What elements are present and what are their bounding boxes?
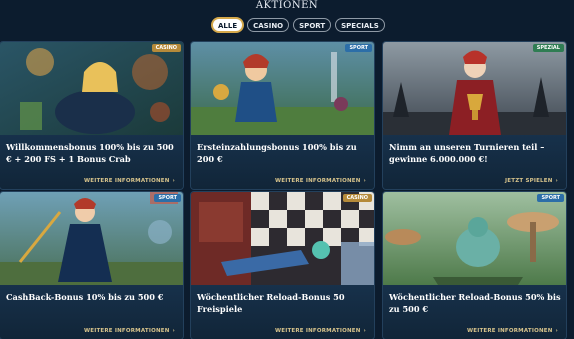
more-info-link[interactable]: WEITERE INFORMATIONEN › bbox=[275, 328, 366, 334]
promo-card-first-deposit[interactable]: SPORT Ersteinzahlungsbonus 100% bis zu 2… bbox=[191, 42, 374, 189]
promo-image-queen-sport bbox=[191, 42, 374, 135]
category-badge: CASINO bbox=[151, 44, 181, 52]
chevron-right-icon: › bbox=[555, 178, 558, 184]
more-info-link[interactable]: WEITERE INFORMATIONEN › bbox=[467, 328, 558, 334]
promo-card-cashback[interactable]: SPORT CashBack-Bonus 10% bis zu 500 € WE… bbox=[0, 192, 183, 339]
category-tabs: ALLE CASINO SPORT SPECIALS bbox=[212, 18, 385, 32]
tab-sport[interactable]: SPORT bbox=[293, 18, 332, 32]
promo-title: CashBack-Bonus 10% bis zu 500 € bbox=[6, 292, 164, 302]
category-badge: SPEZIAL bbox=[532, 44, 564, 52]
chevron-right-icon: › bbox=[172, 328, 175, 334]
category-badge: SPORT bbox=[154, 194, 181, 202]
promo-image-queen-chess bbox=[383, 42, 566, 135]
tab-alle[interactable]: ALLE bbox=[212, 18, 244, 32]
chevron-right-icon: › bbox=[555, 328, 558, 334]
category-badge: SPORT bbox=[345, 44, 372, 52]
category-badge: CASINO bbox=[342, 194, 372, 202]
promo-card-tournaments[interactable]: SPEZIAL Nimm an unseren Turnieren teil –… bbox=[383, 42, 566, 189]
promo-image-queen-staff bbox=[0, 192, 183, 285]
promo-card-welcome-bonus[interactable]: CASINO Willkommensbonus 100% bis zu 500 … bbox=[0, 42, 183, 189]
category-badge: SPORT bbox=[537, 194, 564, 202]
promo-image-chessboard bbox=[191, 192, 374, 285]
more-info-link[interactable]: WEITERE INFORMATIONEN › bbox=[84, 178, 175, 184]
chevron-right-icon: › bbox=[363, 178, 366, 184]
promo-title: Wöchentlicher Reload-Bonus 50% bis zu 50… bbox=[389, 292, 561, 314]
promo-title: Willkommensbonus 100% bis zu 500 € + 200… bbox=[6, 142, 174, 164]
chevron-right-icon: › bbox=[172, 178, 175, 184]
promo-title: Ersteinzahlungsbonus 100% bis zu 200 € bbox=[197, 142, 357, 164]
promo-card-reload-percent[interactable]: SPORT Wöchentlicher Reload-Bonus 50% bis… bbox=[383, 192, 566, 339]
promo-card-reload-freespins[interactable]: CASINO Wöchentlicher Reload-Bonus 50 Fre… bbox=[191, 192, 374, 339]
tab-specials[interactable]: SPECIALS bbox=[335, 18, 385, 32]
play-now-link[interactable]: JETZT SPIELEN › bbox=[505, 178, 558, 184]
promo-image-alice bbox=[0, 42, 183, 135]
more-info-link[interactable]: WEITERE INFORMATIONEN › bbox=[275, 178, 366, 184]
promo-image-caterpillar bbox=[383, 192, 566, 285]
more-info-link[interactable]: WEITERE INFORMATIONEN › bbox=[84, 328, 175, 334]
promo-title: Nimm an unseren Turnieren teil – gewinne… bbox=[389, 142, 545, 164]
page-title: AKTIONEN bbox=[255, 0, 319, 11]
tab-casino[interactable]: CASINO bbox=[247, 18, 290, 32]
chevron-right-icon: › bbox=[363, 328, 366, 334]
promo-title: Wöchentlicher Reload-Bonus 50 Freispiele bbox=[197, 292, 345, 314]
